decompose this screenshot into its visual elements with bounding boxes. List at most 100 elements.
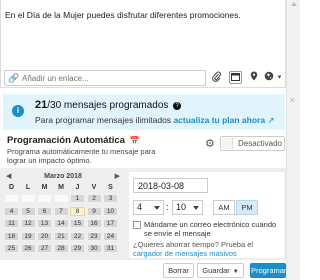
scheduled-count-number: 21 — [35, 99, 48, 111]
email-notify-checkbox[interactable] — [133, 221, 141, 229]
action-footer: Borrar Guardar ▼ Programar — [0, 260, 286, 280]
calendar-day[interactable]: 8 — [70, 206, 85, 216]
calendar-day[interactable]: 2 — [86, 194, 102, 203]
chevron-down-icon — [193, 206, 199, 210]
toggle-knob — [222, 138, 233, 149]
chevron-down-icon: ▼ — [232, 269, 239, 275]
calendar-day[interactable]: 15 — [70, 219, 85, 228]
weekday-label: L — [25, 184, 31, 191]
weekday-label: V — [91, 184, 97, 191]
upgrade-link[interactable]: actualiza tu plan ahora — [173, 115, 265, 125]
bulk-upload-hint: ¿Quieres ahorrar tiempo? Prueba el carga… — [133, 240, 281, 258]
date-input[interactable] — [133, 178, 208, 193]
weekday-label: M — [41, 184, 48, 191]
minute-value: 10 — [176, 202, 187, 212]
composer-toolbar: 🔗 ▾ — [0, 68, 286, 88]
save-label: Guardar — [202, 266, 230, 275]
help-icon[interactable]: ? — [173, 102, 182, 110]
calendar-day[interactable]: 20 — [37, 231, 52, 241]
calendar-day[interactable]: 26 — [20, 244, 36, 253]
calendar-empty-cell — [53, 194, 69, 203]
pm-button[interactable]: PM — [236, 200, 258, 215]
upgrade-prefix: Para programar mensajes ilimitados — [35, 115, 172, 125]
email-notify-label: Mándame un correo electrónico cuando se … — [144, 220, 277, 238]
calendar-day[interactable]: 1 — [70, 194, 85, 203]
attachment-icon[interactable] — [210, 71, 223, 84]
calendar-day[interactable]: 27 — [37, 244, 52, 253]
minute-select[interactable]: 10 — [172, 200, 203, 215]
info-icon: i — [12, 105, 24, 117]
close-icon[interactable]: ✕ — [289, 96, 296, 105]
calendar-day[interactable]: 22 — [70, 231, 85, 241]
calendar-day[interactable]: 6 — [37, 206, 52, 216]
calendar-day[interactable]: 16 — [86, 219, 102, 228]
calendar-day[interactable]: 3 — [103, 194, 118, 203]
next-month-icon[interactable]: ▶ — [115, 172, 120, 180]
calendar-day[interactable]: 5 — [20, 206, 36, 216]
calendar-day[interactable]: 25 — [4, 244, 19, 253]
calendar-day[interactable]: 14 — [53, 219, 69, 228]
chevron-down-icon[interactable]: ▾ — [273, 71, 286, 84]
calendar-day[interactable]: 11 — [4, 219, 19, 228]
calendar-clock-icon: 📅 — [129, 136, 140, 145]
schedule-button[interactable]: Programar — [250, 263, 286, 278]
link-input[interactable] — [22, 73, 202, 83]
hour-value: 4 — [137, 202, 143, 212]
scrollbar[interactable] — [286, 0, 300, 280]
hour-select[interactable]: 4 — [133, 200, 164, 215]
time-separator: : — [166, 202, 169, 212]
upgrade-text: Para programar mensajes ilimitados actua… — [35, 115, 275, 126]
calendar-day[interactable]: 19 — [20, 231, 36, 241]
auto-title-text: Programación Automática — [7, 135, 125, 146]
calendar-day[interactable]: 30 — [86, 244, 102, 253]
chevron-down-icon — [154, 206, 160, 210]
calendar-day[interactable]: 31 — [103, 244, 118, 253]
bulk-upload-link[interactable]: cargador de mensajes masivos — [133, 249, 237, 258]
external-link-icon[interactable]: ↗ — [267, 115, 274, 125]
calendar-day[interactable]: 4 — [4, 206, 19, 216]
auto-toggle[interactable]: Desactivado — [220, 136, 285, 151]
calendar-day[interactable]: 29 — [70, 244, 85, 253]
calendar-empty-cell — [20, 194, 36, 203]
automatic-scheduling: Programación Automática 📅 Programa autom… — [0, 130, 286, 168]
calendar-month: Marzo 2018 — [44, 173, 82, 180]
link-icon: 🔗 — [8, 73, 20, 83]
gear-icon[interactable]: ⚙ — [205, 137, 215, 150]
am-button[interactable]: AM — [213, 200, 235, 215]
scheduled-count-suffix: /30 mensajes programados — [47, 100, 169, 111]
calendar-day[interactable]: 10 — [103, 206, 118, 216]
auto-description: Programa automáticamente tu mensaje para… — [7, 147, 156, 165]
delete-button[interactable]: Borrar — [163, 263, 194, 278]
calendar-day[interactable]: 13 — [37, 219, 52, 228]
calendar-day[interactable]: 24 — [103, 231, 118, 241]
calendar-day[interactable]: 7 — [53, 206, 69, 216]
weekday-label: M — [58, 184, 64, 191]
calendar-day[interactable]: 12 — [20, 219, 36, 228]
calendar-day[interactable]: 18 — [4, 231, 19, 241]
date-picker-calendar[interactable]: ◀ Marzo 2018 ▶ D L M M J V S 1 2 3 4 5 6 7 8 9 10 11 12 13 1… — [4, 172, 122, 258]
calendar-day[interactable]: 23 — [86, 231, 102, 241]
calendar-icon[interactable] — [229, 71, 242, 84]
auto-title: Programación Automática 📅 — [7, 135, 140, 146]
time-settings: 4 : 10 AM PM Mándame un correo electróni… — [129, 172, 284, 258]
location-icon[interactable] — [247, 71, 260, 84]
save-dropdown-button[interactable]: Guardar ▼ — [197, 263, 244, 278]
calendar-day[interactable]: 28 — [53, 244, 69, 253]
scheduled-messages-banner: i 21/30 mensajes programados ? Para prog… — [3, 94, 285, 130]
weekday-label: S — [108, 184, 113, 191]
link-field[interactable]: 🔗 — [4, 70, 206, 86]
calendar-day[interactable]: 17 — [103, 219, 118, 228]
bulk-upload-prefix: ¿Quieres ahorrar tiempo? Prueba el — [133, 240, 254, 249]
calendar-empty-cell — [37, 194, 52, 203]
weekday-label: J — [75, 184, 80, 191]
calendar-day[interactable]: 9 — [86, 206, 102, 216]
calendar-header: ◀ Marzo 2018 ▶ — [4, 172, 122, 183]
calendar-day[interactable]: 21 — [53, 231, 69, 241]
scheduled-count: 21/30 mensajes programados ? — [35, 99, 182, 111]
toggle-label: Desactivado — [237, 139, 283, 148]
scroll-up-arrow-icon[interactable] — [291, 2, 297, 6]
schedule-panel: ◀ Marzo 2018 ▶ D L M M J V S 1 2 3 4 5 6 7 8 9 10 11 12 13 1… — [0, 168, 286, 260]
weekday-label: D — [8, 184, 15, 191]
calendar-empty-cell — [4, 194, 19, 203]
message-text[interactable]: En el Día de la Mujer puedes disfrutar d… — [5, 10, 285, 20]
